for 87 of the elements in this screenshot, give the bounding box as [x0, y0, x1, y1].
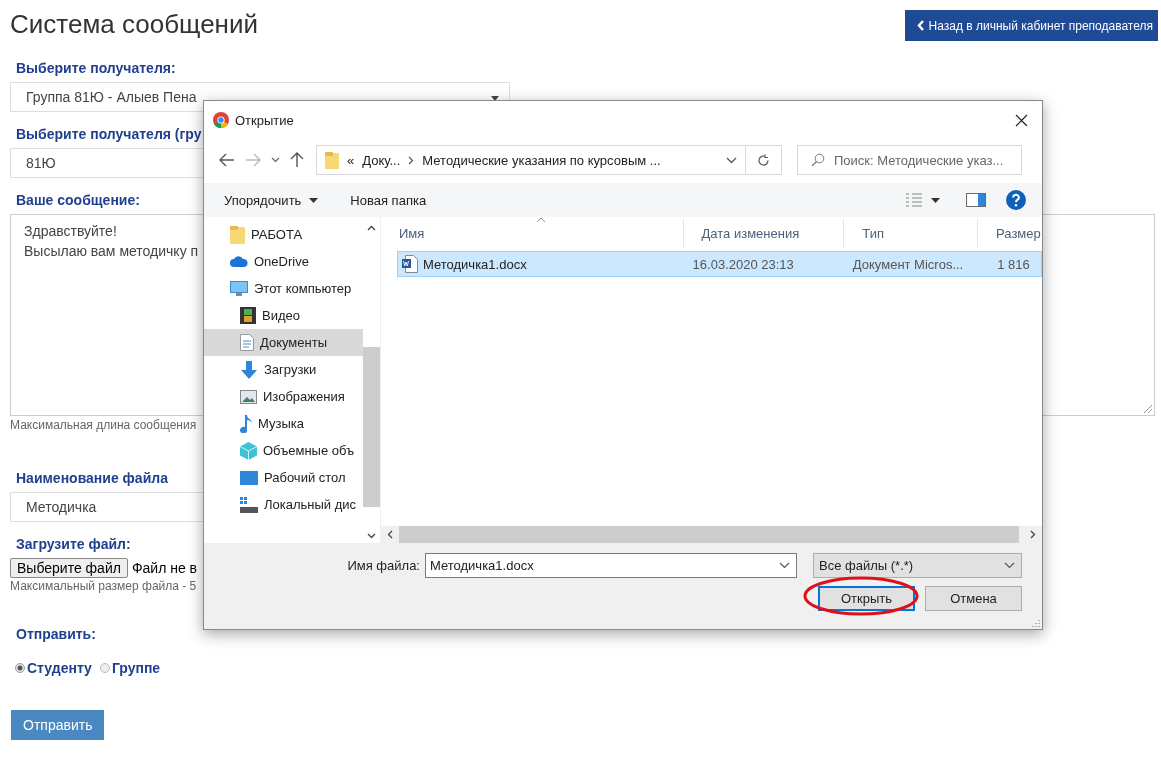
file-type: Документ Micros... [851, 256, 965, 272]
radio-button[interactable] [15, 663, 25, 673]
nav-item[interactable]: Документы [204, 329, 363, 356]
search-field[interactable]: Поиск: Методические указ... [797, 145, 1022, 175]
dialog-title: Открытие [235, 112, 294, 128]
folder-icon [230, 225, 245, 244]
radio-label[interactable]: Студенту [27, 660, 92, 676]
dropdown-icon[interactable] [931, 197, 940, 203]
nav-item[interactable]: Видео [204, 302, 363, 329]
file-row[interactable]: Методичка1.docx 16.03.2020 23:13 Документ Micros... 1 816 [397, 251, 1042, 277]
search-icon [811, 153, 825, 167]
nav-item[interactable]: Локальный дис [204, 491, 363, 518]
file-type-select[interactable]: Все файлы (*.*) [813, 553, 1022, 578]
field-label: Выберите получателя (гру [16, 126, 202, 142]
nav-item[interactable]: Загрузки [204, 356, 363, 383]
field-label: Выберите получателя: [16, 60, 176, 76]
scroll-right-icon[interactable] [1030, 530, 1036, 539]
chevron-right-icon [408, 155, 415, 165]
chevron-down-icon[interactable] [726, 156, 737, 164]
nav-item[interactable]: РАБОТА [204, 221, 363, 248]
screen-icon [240, 470, 258, 485]
back-button[interactable]: Назад в личный кабинет преподавателя [904, 10, 1158, 41]
hint-text: Максимальный размер файла - 5 [10, 579, 197, 593]
nav-item[interactable]: Рабочий стол [204, 464, 363, 491]
scroll-down-icon[interactable] [367, 533, 376, 539]
column-header[interactable]: Имя [381, 219, 684, 247]
choose-file-button[interactable]: Выберите файл [10, 558, 128, 578]
field-label: Отправить: [16, 626, 96, 642]
dropdown-icon[interactable] [309, 197, 319, 203]
up-arrow-icon[interactable] [290, 152, 304, 168]
chevron-down-icon[interactable] [271, 157, 280, 163]
field-label: Наименование файла [16, 470, 168, 486]
open-button[interactable]: Открыть [818, 586, 915, 611]
hint-text: Максимальная длина сообщения [10, 418, 197, 432]
chevron-down-icon [779, 562, 790, 569]
chevron-left-icon [916, 20, 925, 31]
radio-button[interactable] [99, 663, 110, 673]
breadcrumb-item[interactable]: Методические указания по курсовым ... [422, 152, 661, 168]
resize-grip-icon [1031, 618, 1040, 627]
new-folder-button[interactable]: Новая папка [350, 192, 427, 208]
refresh-button[interactable] [746, 145, 782, 175]
down-arrow-icon [240, 360, 258, 379]
scrollbar-thumb[interactable] [363, 347, 380, 507]
chevron-down-icon [1004, 562, 1015, 569]
file-name: Методичка1.docx [423, 256, 527, 272]
browser-logo-icon [213, 112, 229, 128]
field-label: Загрузите файл: [16, 536, 131, 552]
refresh-icon [757, 153, 770, 167]
column-header[interactable]: Тип [844, 219, 979, 247]
music-note-icon [240, 414, 252, 433]
film-icon [240, 307, 256, 324]
nav-item[interactable]: Музыка [204, 410, 363, 437]
file-name-label: Имя файла: [347, 558, 420, 573]
back-arrow-icon[interactable] [219, 153, 235, 167]
submit-button[interactable]: Отправить [11, 710, 105, 740]
organize-menu[interactable]: Упорядочить [224, 192, 302, 208]
nav-item[interactable]: Этот компьютер [204, 275, 363, 302]
file-date: 16.03.2020 23:13 [691, 256, 795, 272]
file-name-input[interactable]: Методичка1.docx [425, 553, 797, 578]
help-icon[interactable] [1006, 190, 1026, 210]
word-document-icon [402, 255, 418, 273]
folder-icon [325, 151, 339, 169]
column-header[interactable]: Дата изменения [683, 219, 845, 247]
file-size: 1 816 [996, 256, 1031, 272]
scroll-left-icon[interactable] [387, 530, 393, 539]
monitor-icon [230, 280, 248, 297]
column-header[interactable]: Размер [978, 219, 1042, 247]
resize-grip-icon [1143, 404, 1152, 413]
drive-icon [240, 496, 258, 513]
preview-pane-icon[interactable] [966, 193, 986, 207]
address-bar[interactable]: « Доку... Методические указания по курсовым ... [316, 145, 746, 175]
radio-label[interactable]: Группе [111, 660, 161, 676]
breadcrumb-item[interactable]: Доку... [362, 152, 401, 168]
document-icon [240, 334, 254, 351]
scroll-up-icon[interactable] [367, 225, 376, 231]
picture-icon [240, 389, 257, 404]
cloud-icon [230, 256, 248, 267]
cube-icon [240, 441, 257, 460]
field-label: Ваше сообщение: [16, 192, 140, 208]
file-status: Файл не в [131, 560, 198, 576]
nav-item[interactable]: Изображения [204, 383, 363, 410]
scrollbar-thumb[interactable] [399, 526, 1019, 543]
nav-item[interactable]: OneDrive [204, 248, 363, 275]
nav-item[interactable]: Объемные объ [204, 437, 363, 464]
close-icon[interactable] [1015, 113, 1028, 127]
page-title: Система сообщений [10, 9, 258, 40]
cancel-button[interactable]: Отмена [925, 586, 1022, 611]
